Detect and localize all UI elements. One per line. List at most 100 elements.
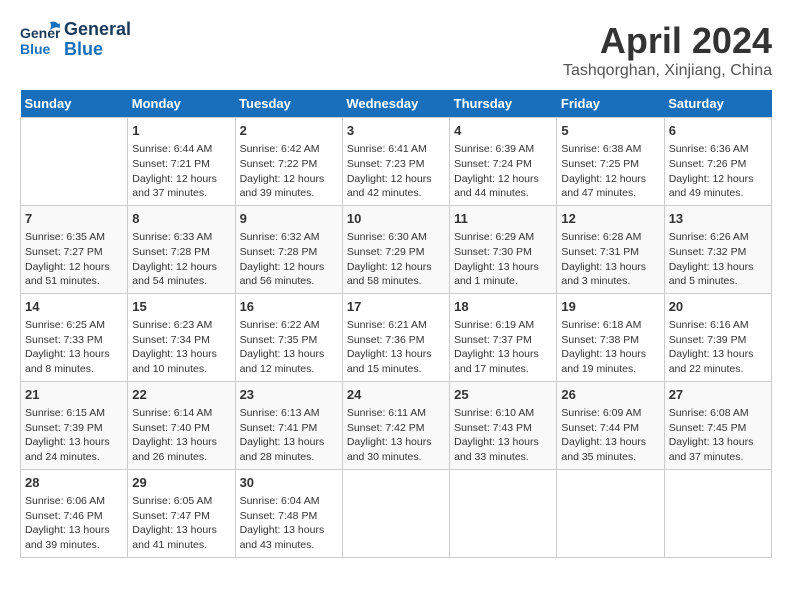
day-info: Daylight: 13 hours bbox=[132, 435, 230, 450]
calendar-cell bbox=[664, 469, 771, 557]
calendar-week-3: 14Sunrise: 6:25 AMSunset: 7:33 PMDayligh… bbox=[21, 293, 772, 381]
day-info: Sunrise: 6:10 AM bbox=[454, 406, 552, 421]
day-info: Sunset: 7:36 PM bbox=[347, 333, 445, 348]
day-info: Daylight: 12 hours bbox=[240, 172, 338, 187]
calendar-cell: 24Sunrise: 6:11 AMSunset: 7:42 PMDayligh… bbox=[342, 381, 449, 469]
day-info: Sunset: 7:21 PM bbox=[132, 157, 230, 172]
day-info: Sunrise: 6:23 AM bbox=[132, 318, 230, 333]
title-block: April 2024 Tashqorghan, Xinjiang, China bbox=[563, 20, 772, 80]
calendar-cell: 9Sunrise: 6:32 AMSunset: 7:28 PMDaylight… bbox=[235, 205, 342, 293]
day-info: Sunrise: 6:32 AM bbox=[240, 230, 338, 245]
calendar-cell bbox=[21, 118, 128, 206]
day-info: Sunrise: 6:18 AM bbox=[561, 318, 659, 333]
day-info: and 42 minutes. bbox=[347, 186, 445, 201]
day-info: and 10 minutes. bbox=[132, 362, 230, 377]
calendar-cell bbox=[342, 469, 449, 557]
day-info: Sunrise: 6:22 AM bbox=[240, 318, 338, 333]
day-info: Sunrise: 6:25 AM bbox=[25, 318, 123, 333]
day-info: Sunrise: 6:39 AM bbox=[454, 142, 552, 157]
day-info: Sunrise: 6:44 AM bbox=[132, 142, 230, 157]
day-number: 22 bbox=[132, 386, 230, 404]
day-number: 10 bbox=[347, 210, 445, 228]
day-info: Daylight: 13 hours bbox=[561, 347, 659, 362]
day-info: Daylight: 13 hours bbox=[561, 435, 659, 450]
calendar-cell: 28Sunrise: 6:06 AMSunset: 7:46 PMDayligh… bbox=[21, 469, 128, 557]
day-info: Sunset: 7:33 PM bbox=[25, 333, 123, 348]
day-info: Daylight: 12 hours bbox=[347, 172, 445, 187]
day-header-wednesday: Wednesday bbox=[342, 90, 449, 118]
day-info: and 43 minutes. bbox=[240, 538, 338, 553]
day-info: Sunset: 7:22 PM bbox=[240, 157, 338, 172]
day-info: Daylight: 13 hours bbox=[132, 347, 230, 362]
day-number: 18 bbox=[454, 298, 552, 316]
day-info: Sunset: 7:41 PM bbox=[240, 421, 338, 436]
day-number: 2 bbox=[240, 122, 338, 140]
day-info: Daylight: 13 hours bbox=[132, 523, 230, 538]
calendar-cell: 2Sunrise: 6:42 AMSunset: 7:22 PMDaylight… bbox=[235, 118, 342, 206]
day-header-saturday: Saturday bbox=[664, 90, 771, 118]
day-info: Sunset: 7:28 PM bbox=[240, 245, 338, 260]
calendar-cell: 20Sunrise: 6:16 AMSunset: 7:39 PMDayligh… bbox=[664, 293, 771, 381]
day-number: 25 bbox=[454, 386, 552, 404]
day-number: 1 bbox=[132, 122, 230, 140]
day-number: 17 bbox=[347, 298, 445, 316]
day-info: Sunset: 7:44 PM bbox=[561, 421, 659, 436]
day-info: Sunset: 7:35 PM bbox=[240, 333, 338, 348]
day-info: and 39 minutes. bbox=[240, 186, 338, 201]
calendar-cell: 27Sunrise: 6:08 AMSunset: 7:45 PMDayligh… bbox=[664, 381, 771, 469]
day-info: Daylight: 13 hours bbox=[454, 347, 552, 362]
day-info: and 54 minutes. bbox=[132, 274, 230, 289]
day-info: Sunrise: 6:29 AM bbox=[454, 230, 552, 245]
day-info: Sunset: 7:47 PM bbox=[132, 509, 230, 524]
day-info: Sunset: 7:38 PM bbox=[561, 333, 659, 348]
day-info: Sunrise: 6:28 AM bbox=[561, 230, 659, 245]
day-info: Daylight: 13 hours bbox=[347, 435, 445, 450]
day-header-thursday: Thursday bbox=[450, 90, 557, 118]
day-info: and 8 minutes. bbox=[25, 362, 123, 377]
day-info: Sunset: 7:37 PM bbox=[454, 333, 552, 348]
calendar-cell: 10Sunrise: 6:30 AMSunset: 7:29 PMDayligh… bbox=[342, 205, 449, 293]
day-number: 8 bbox=[132, 210, 230, 228]
day-info: Daylight: 12 hours bbox=[347, 260, 445, 275]
day-info: and 44 minutes. bbox=[454, 186, 552, 201]
calendar-cell: 29Sunrise: 6:05 AMSunset: 7:47 PMDayligh… bbox=[128, 469, 235, 557]
day-info: Sunset: 7:24 PM bbox=[454, 157, 552, 172]
page-header: General Blue General Blue April 2024 Tas… bbox=[20, 20, 772, 80]
day-header-monday: Monday bbox=[128, 90, 235, 118]
calendar-cell: 17Sunrise: 6:21 AMSunset: 7:36 PMDayligh… bbox=[342, 293, 449, 381]
calendar-cell: 6Sunrise: 6:36 AMSunset: 7:26 PMDaylight… bbox=[664, 118, 771, 206]
calendar-week-5: 28Sunrise: 6:06 AMSunset: 7:46 PMDayligh… bbox=[21, 469, 772, 557]
day-number: 11 bbox=[454, 210, 552, 228]
day-info: Sunset: 7:28 PM bbox=[132, 245, 230, 260]
calendar-cell: 23Sunrise: 6:13 AMSunset: 7:41 PMDayligh… bbox=[235, 381, 342, 469]
day-info: Sunset: 7:40 PM bbox=[132, 421, 230, 436]
calendar-table: SundayMondayTuesdayWednesdayThursdayFrid… bbox=[20, 90, 772, 558]
day-info: and 51 minutes. bbox=[25, 274, 123, 289]
day-info: Daylight: 12 hours bbox=[240, 260, 338, 275]
day-info: Sunset: 7:29 PM bbox=[347, 245, 445, 260]
day-info: Sunset: 7:45 PM bbox=[669, 421, 767, 436]
logo: General Blue General Blue bbox=[20, 20, 131, 60]
day-info: Sunrise: 6:11 AM bbox=[347, 406, 445, 421]
day-info: Sunrise: 6:35 AM bbox=[25, 230, 123, 245]
day-info: Sunrise: 6:21 AM bbox=[347, 318, 445, 333]
svg-text:Blue: Blue bbox=[20, 41, 51, 57]
day-info: and 15 minutes. bbox=[347, 362, 445, 377]
calendar-cell bbox=[450, 469, 557, 557]
day-number: 26 bbox=[561, 386, 659, 404]
calendar-cell: 12Sunrise: 6:28 AMSunset: 7:31 PMDayligh… bbox=[557, 205, 664, 293]
day-info: Sunset: 7:26 PM bbox=[669, 157, 767, 172]
day-header-sunday: Sunday bbox=[21, 90, 128, 118]
day-info: and 24 minutes. bbox=[25, 450, 123, 465]
calendar-cell: 19Sunrise: 6:18 AMSunset: 7:38 PMDayligh… bbox=[557, 293, 664, 381]
calendar-cell: 25Sunrise: 6:10 AMSunset: 7:43 PMDayligh… bbox=[450, 381, 557, 469]
calendar-cell: 14Sunrise: 6:25 AMSunset: 7:33 PMDayligh… bbox=[21, 293, 128, 381]
day-info: Sunrise: 6:09 AM bbox=[561, 406, 659, 421]
day-header-friday: Friday bbox=[557, 90, 664, 118]
day-info: Daylight: 12 hours bbox=[669, 172, 767, 187]
day-info: and 33 minutes. bbox=[454, 450, 552, 465]
day-info: Sunrise: 6:13 AM bbox=[240, 406, 338, 421]
day-number: 16 bbox=[240, 298, 338, 316]
day-info: Daylight: 12 hours bbox=[132, 172, 230, 187]
day-number: 29 bbox=[132, 474, 230, 492]
